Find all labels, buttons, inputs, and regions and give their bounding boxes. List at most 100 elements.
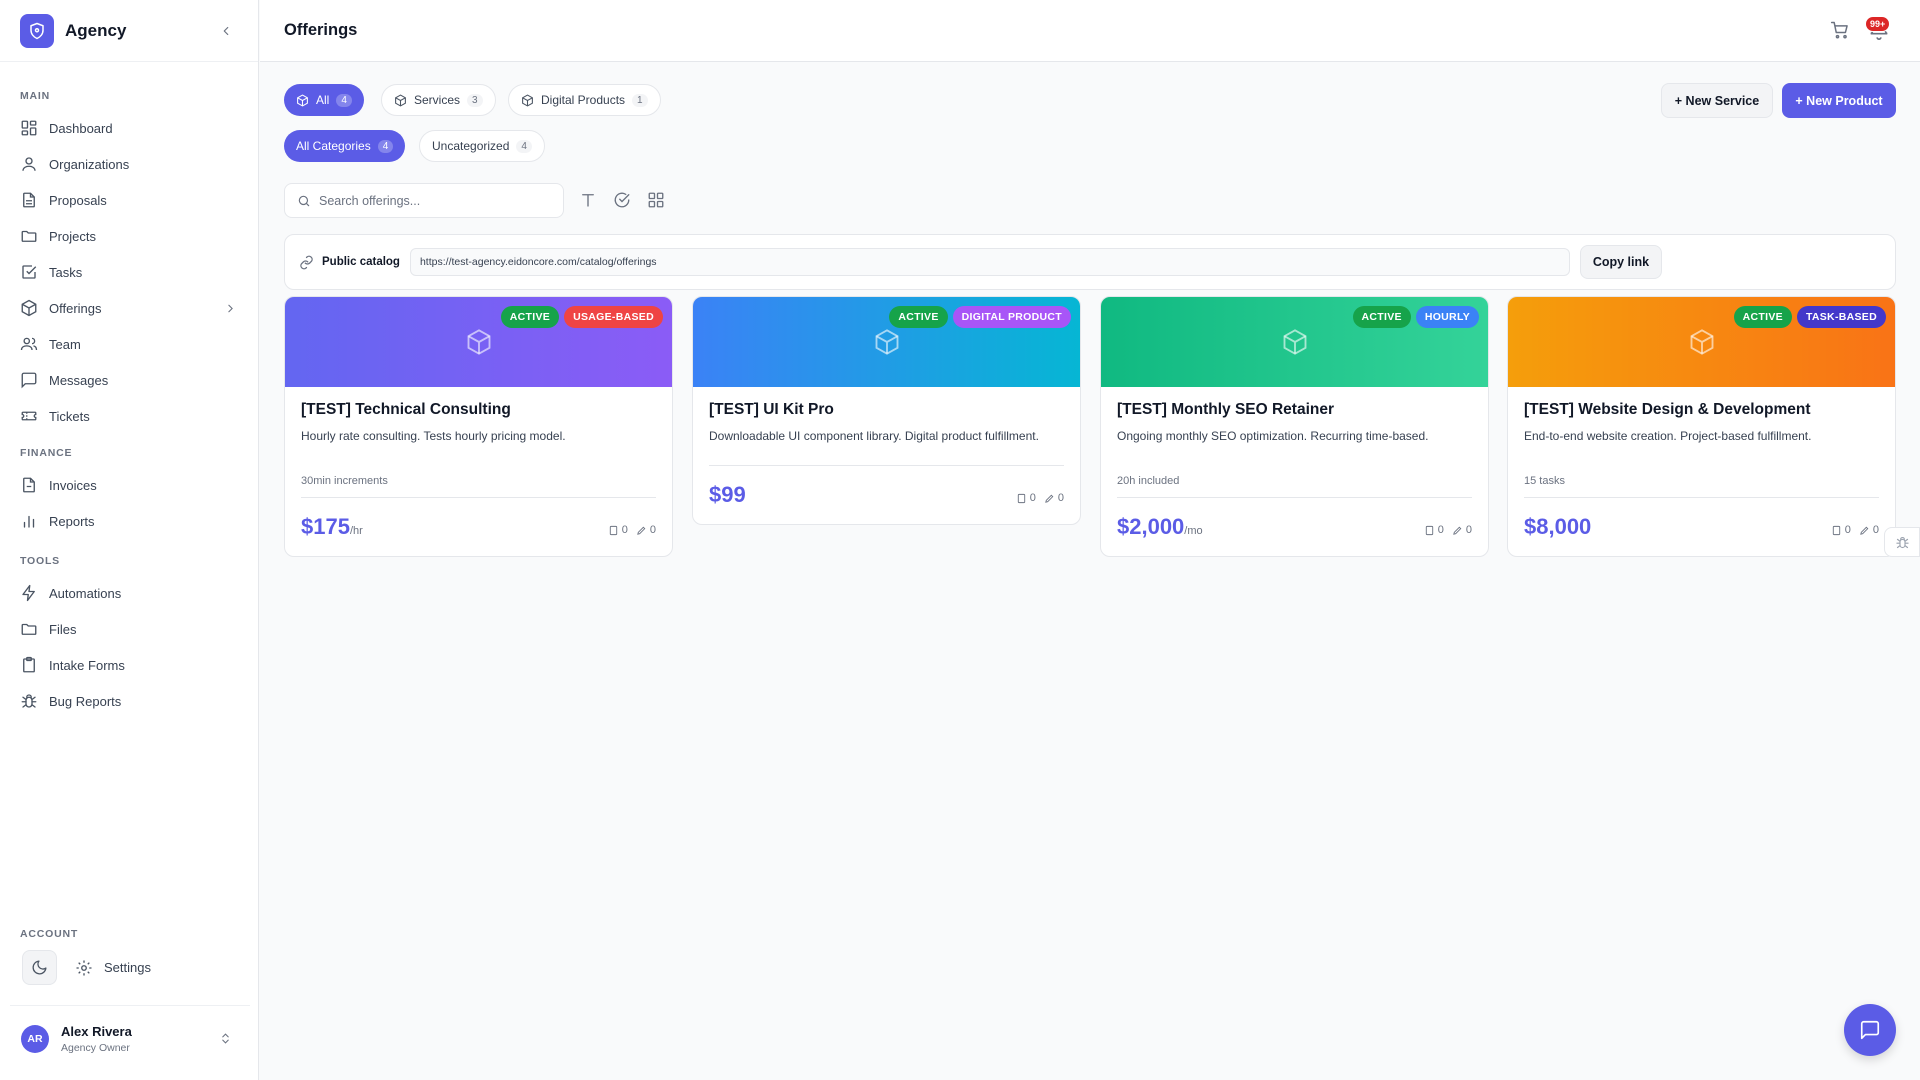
user-name: Alex Rivera (61, 1023, 132, 1039)
sidebar-item-files[interactable]: Files (0, 611, 259, 647)
collapse-sidebar-button[interactable] (214, 19, 238, 43)
dashboard-icon (21, 120, 37, 136)
pencil-icon (1045, 494, 1054, 503)
check-circle-icon[interactable] (613, 191, 631, 209)
offering-card-website-design[interactable]: ACTIVE TASK-BASED [TEST] Website Design … (1507, 296, 1896, 557)
public-catalog-bar: Public catalog https://test-agency.eidon… (284, 234, 1896, 290)
sidebar-item-label: Organizations (49, 156, 130, 172)
card-title: [TEST] Monthly SEO Retainer (1117, 401, 1335, 418)
sidebar-item-label: Dashboard (49, 120, 113, 136)
card-banner: ACTIVE USAGE-BASED (285, 297, 672, 387)
sidebar-item-label: Tasks (49, 264, 83, 280)
filter-label: Services (414, 93, 461, 107)
box-icon (875, 329, 898, 355)
filter-count: 4 (516, 139, 532, 153)
card-description: Hourly rate consulting. Tests hourly pri… (301, 429, 566, 443)
receipt-icon (1017, 493, 1025, 503)
sidebar-item-bug-reports[interactable]: Bug Reports (0, 683, 259, 719)
filter-type-digital-products[interactable]: Digital Products 1 (508, 84, 661, 116)
price-value: $2,000 (1117, 514, 1185, 539)
stat-links: 0 (1044, 492, 1064, 504)
box-icon (467, 329, 490, 355)
stat-value: 0 (1465, 524, 1472, 536)
stat-links: 0 (636, 524, 656, 536)
sidebar-item-automations[interactable]: Automations (0, 575, 259, 611)
cart-icon[interactable] (1830, 20, 1850, 40)
grid-icon[interactable] (647, 191, 665, 209)
pricing-badge: HOURLY (1415, 306, 1479, 328)
folder-icon (21, 230, 37, 242)
user-icon (22, 157, 36, 171)
filter-label: All (316, 93, 330, 107)
price-unit: /mo (1184, 525, 1203, 537)
page-title: Offerings (284, 21, 358, 39)
sidebar-item-messages[interactable]: Messages (0, 362, 259, 398)
bar-chart-icon (23, 515, 35, 528)
sidebar-item-label: Bug Reports (49, 693, 122, 709)
sidebar-item-dashboard[interactable]: Dashboard (0, 110, 259, 146)
status-badge: ACTIVE (500, 306, 560, 328)
card-meta: 15 tasks (1524, 475, 1565, 487)
text-icon[interactable] (579, 191, 597, 209)
status-badge: ACTIVE (1733, 306, 1792, 328)
theme-toggle-button[interactable] (22, 950, 57, 985)
sidebar-item-label: Reports (49, 513, 95, 529)
settings-label: Settings (104, 960, 151, 975)
pencil-icon (1860, 526, 1869, 535)
catalog-url-field[interactable]: https://test-agency.eidoncore.com/catalo… (409, 248, 1570, 276)
user-menu[interactable]: AR Alex Rivera Agency Owner (10, 1005, 250, 1071)
brand-header: Agency (0, 0, 258, 62)
nav-section-tools: TOOLS Automations Files Intake Forms Bug… (0, 553, 259, 719)
filter-count: 3 (467, 93, 483, 107)
divider (1524, 497, 1879, 498)
filter-label: Uncategorized (432, 139, 510, 153)
sidebar-item-tickets[interactable]: Tickets (0, 398, 259, 434)
users-icon (20, 337, 38, 351)
bug-report-tab[interactable] (1884, 527, 1920, 557)
chat-button[interactable] (1844, 1004, 1896, 1056)
price-value: $8,000 (1524, 514, 1592, 539)
sidebar-item-offerings[interactable]: Offerings (0, 290, 259, 326)
section-title: ACCOUNT (20, 928, 79, 940)
filter-label: All Categories (296, 139, 371, 153)
filter-type-all[interactable]: All 4 (284, 84, 364, 116)
sidebar-item-organizations[interactable]: Organizations (0, 146, 259, 182)
offering-card-ui-kit-pro[interactable]: ACTIVE DIGITAL PRODUCT [TEST] UI Kit Pro… (692, 296, 1081, 525)
copy-link-button[interactable]: Copy link (1579, 245, 1662, 279)
shield-icon[interactable] (20, 13, 54, 48)
filter-type-services[interactable]: Services 3 (381, 84, 496, 116)
filter-category-all[interactable]: All Categories 4 (284, 130, 406, 162)
price-unit: /hr (349, 525, 363, 537)
sidebar-item-projects[interactable]: Projects (0, 218, 259, 254)
sidebar-item-label: Tickets (49, 408, 90, 424)
sidebar-item-label: Invoices (49, 477, 97, 493)
top-bar: Offerings (260, 0, 1920, 62)
sidebar-item-label: Offerings (49, 300, 102, 316)
stat-orders: 0 (1831, 524, 1851, 536)
sidebar-item-proposals[interactable]: Proposals (0, 182, 259, 218)
sidebar-item-label: Proposals (49, 192, 107, 208)
sidebar-item-intake-forms[interactable]: Intake Forms (0, 647, 259, 683)
card-banner: ACTIVE DIGITAL PRODUCT (693, 297, 1080, 387)
sidebar-item-tasks[interactable]: Tasks (0, 254, 259, 290)
sidebar-item-reports[interactable]: Reports (0, 503, 259, 539)
moon-icon (32, 960, 47, 975)
receipt-icon (1425, 525, 1433, 535)
bolt-icon (22, 584, 35, 602)
section-title: MAIN (20, 90, 51, 102)
sidebar-item-team[interactable]: Team (0, 326, 259, 362)
new-service-button[interactable]: + New Service (1661, 83, 1773, 118)
catalog-label: Public catalog (322, 256, 400, 268)
offering-card-monthly-seo-retainer[interactable]: ACTIVE HOURLY [TEST] Monthly SEO Retaine… (1100, 296, 1489, 557)
filter-category-uncategorized[interactable]: Uncategorized 4 (419, 130, 545, 162)
gear-icon (76, 960, 92, 975)
card-meta: 30min increments (301, 475, 388, 487)
search-input[interactable] (319, 193, 549, 208)
new-product-button[interactable]: + New Product (1782, 83, 1896, 118)
offering-card-technical-consulting[interactable]: ACTIVE USAGE-BASED [TEST] Technical Cons… (284, 296, 673, 557)
sidebar-item-label: Projects (49, 228, 96, 244)
settings-link[interactable]: Settings (75, 959, 151, 977)
avatar: AR (21, 1024, 49, 1053)
document-icon (23, 192, 35, 208)
sidebar-item-invoices[interactable]: Invoices (0, 467, 259, 503)
